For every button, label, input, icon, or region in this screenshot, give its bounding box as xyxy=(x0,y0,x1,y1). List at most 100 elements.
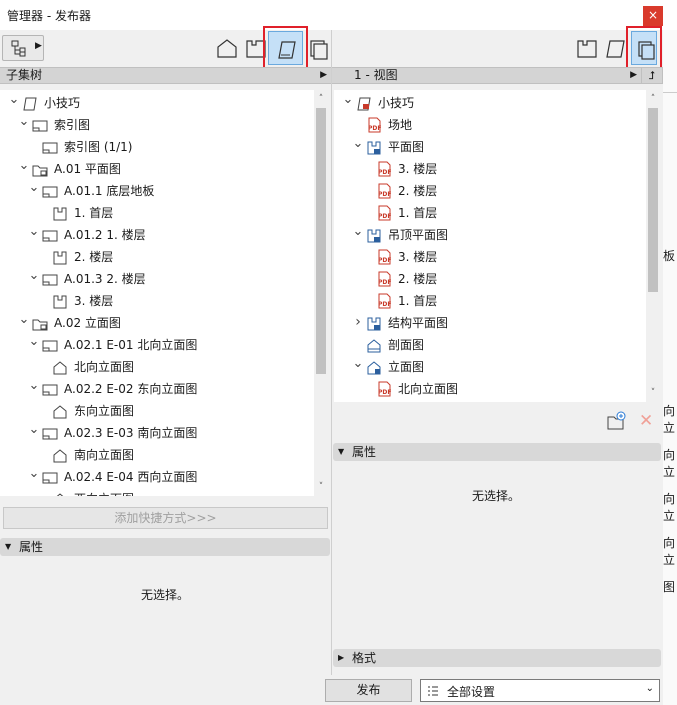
publisher-set-selector[interactable]: 1 - 视图 xyxy=(354,68,398,83)
expand-arrow-icon[interactable]: ⌄ xyxy=(352,224,364,240)
close-button[interactable]: × xyxy=(643,6,663,26)
settings-select[interactable]: 全部设置 ⌄ xyxy=(420,679,660,702)
no-selection-text: 无选择。 xyxy=(141,588,190,602)
tree-item[interactable]: ⌄ 平面图 xyxy=(334,136,646,158)
right-properties-header[interactable]: ▼ 属性 xyxy=(333,443,661,461)
tree-item[interactable]: ⌄ A.02.3 E-03 南向立面图 xyxy=(0,422,314,444)
chevron-right-icon: ▶ xyxy=(35,41,42,51)
expand-arrow-icon[interactable]: ⌄ xyxy=(18,114,30,130)
left-tree-scrollbar[interactable]: ˄ ˅ xyxy=(314,90,328,496)
scroll-up-arrow[interactable]: ˄ xyxy=(646,92,660,106)
elevation-icon xyxy=(52,492,68,496)
expand-arrow-icon[interactable]: ⌄ xyxy=(352,356,364,372)
publish-button[interactable]: 发布 xyxy=(325,679,412,702)
pdf-folder-icon xyxy=(366,316,382,331)
elevation-icon xyxy=(52,360,68,375)
left-properties-header[interactable]: ▼ 属性 xyxy=(0,538,330,556)
tree-item[interactable]: ⌄ A.02.4 E-04 西向立面图 xyxy=(0,466,314,488)
tree-item[interactable]: ⌄ A.01 平面图 xyxy=(0,158,314,180)
project-map-icon[interactable] xyxy=(214,36,240,62)
tree-item[interactable]: ⌄ 吊顶平面图 xyxy=(334,224,646,246)
layout-book-button[interactable] xyxy=(268,31,303,65)
tree-item[interactable]: ⌄ 小技巧 xyxy=(334,92,646,114)
tree-item[interactable]: 北向立面图 xyxy=(0,356,314,378)
title-bar: 管理器 - 发布器 × xyxy=(0,0,677,30)
left-toolbar: ▶ xyxy=(0,26,332,70)
tree-item[interactable]: 东向立面图 xyxy=(0,400,314,422)
right-tree-scrollbar[interactable]: ˄ ˅ xyxy=(646,90,660,402)
view-map-icon[interactable] xyxy=(574,36,600,62)
expand-arrow-icon[interactable]: ⌄ xyxy=(28,422,40,438)
publisher-sets-button[interactable] xyxy=(631,31,657,65)
pdf-icon: PDF xyxy=(376,205,392,221)
expand-arrow-icon[interactable]: ⌄ xyxy=(28,180,40,196)
scroll-up-arrow[interactable]: ˄ xyxy=(314,92,328,106)
tree-item[interactable]: 1. 首层 xyxy=(0,202,314,224)
tree-item[interactable]: PDF 场地 xyxy=(334,114,646,136)
pdf-icon: PDF xyxy=(376,381,392,397)
subset-folder-icon xyxy=(32,316,48,331)
layout-icon xyxy=(42,382,58,396)
tree-item[interactable]: PDF 3. 楼层 xyxy=(334,158,646,180)
collapsed-arrow-icon[interactable]: › xyxy=(352,312,364,333)
tree-item[interactable]: 2. 楼层 xyxy=(0,246,314,268)
tree-item[interactable]: PDF 3. 楼层 xyxy=(334,246,646,268)
expand-arrow-icon[interactable]: ⌄ xyxy=(28,334,40,350)
chevron-right-icon[interactable]: ▶ xyxy=(630,68,637,83)
tree-item[interactable]: PDF 北向立面图 xyxy=(334,378,646,400)
scroll-down-arrow[interactable]: ˅ xyxy=(314,480,328,494)
subset-tree: ⌄ 小技巧 ⌄ 索引图 索引图 (1/1) ⌄ A.01 平面图 ⌄ A.01.1 底层地板 1.… xyxy=(0,90,314,496)
chevron-right-icon[interactable]: ▶ xyxy=(320,68,327,83)
tree-item[interactable]: ⌄ 立面图 xyxy=(334,356,646,378)
tree-item[interactable]: 南向立面图 xyxy=(0,444,314,466)
tree-item[interactable]: 3. 楼层 xyxy=(0,290,314,312)
expand-arrow-icon[interactable]: ⌄ xyxy=(342,92,354,108)
tree-structure-icon xyxy=(10,40,28,61)
tree-item[interactable]: ⌄ A.01.3 2. 楼层 xyxy=(0,268,314,290)
tree-item-label: A.01.2 1. 楼层 xyxy=(64,228,146,242)
view-mode-dropdown[interactable]: ▶ xyxy=(2,35,44,61)
tree-item[interactable]: ⌄ A.01.1 底层地板 xyxy=(0,180,314,202)
tree-item[interactable]: ⌄ 索引图 xyxy=(0,114,314,136)
delete-icon[interactable]: ✕ xyxy=(639,413,653,430)
tree-item-label: A.02.1 E-01 北向立面图 xyxy=(64,338,198,352)
expand-arrow-icon[interactable]: ⌄ xyxy=(352,136,364,152)
scroll-down-arrow[interactable]: ˅ xyxy=(646,386,660,400)
tree-item[interactable]: PDF 1. 首层 xyxy=(334,290,646,312)
background-text: 图 xyxy=(663,580,676,594)
tree-item[interactable]: ⌄ A.02.1 E-01 北向立面图 xyxy=(0,334,314,356)
add-shortcut-button[interactable]: 添加快捷方式>>> xyxy=(3,507,328,529)
selected-tool-highlight xyxy=(626,26,662,70)
properties-label: 属性 xyxy=(19,540,44,554)
tree-item[interactable]: ⌄ A.02.2 E-02 东向立面图 xyxy=(0,378,314,400)
tree-item[interactable]: 西向立面图 xyxy=(0,488,314,496)
format-header[interactable]: ▶ 格式 xyxy=(333,649,661,667)
expand-arrow-icon[interactable]: ⌄ xyxy=(28,466,40,482)
expand-arrow-icon[interactable]: ⌄ xyxy=(28,224,40,240)
publisher-set-icon xyxy=(356,96,372,111)
tree-item[interactable]: 索引图 (1/1) xyxy=(0,136,314,158)
svg-text:PDF: PDF xyxy=(368,125,381,132)
expand-arrow-icon[interactable]: ⌄ xyxy=(28,378,40,394)
new-folder-icon[interactable] xyxy=(606,411,626,431)
expand-arrow-icon[interactable]: ⌄ xyxy=(8,92,20,108)
scroll-thumb[interactable] xyxy=(316,108,326,374)
tree-item-label: 索引图 xyxy=(54,118,91,132)
publisher-sets-icon[interactable] xyxy=(306,36,332,62)
tree-item[interactable]: PDF 2. 楼层 xyxy=(334,180,646,202)
expand-arrow-icon[interactable]: ⌄ xyxy=(18,312,30,328)
floorplan-icon xyxy=(52,250,68,265)
tree-item[interactable]: ⌄ A.02 立面图 xyxy=(0,312,314,334)
pdf-icon: PDF xyxy=(376,183,392,199)
expand-arrow-icon[interactable]: ⌄ xyxy=(18,158,30,174)
tree-item[interactable]: PDF 2. 楼层 xyxy=(334,268,646,290)
tree-item[interactable]: ⌄ 小技巧 xyxy=(0,92,314,114)
up-level-button[interactable]: ⮥ xyxy=(641,67,663,84)
expand-arrow-icon[interactable]: ⌄ xyxy=(28,268,40,284)
tree-item[interactable]: PDF 1. 首层 xyxy=(334,202,646,224)
format-label: 格式 xyxy=(352,651,377,665)
scroll-thumb[interactable] xyxy=(648,108,658,292)
tree-item[interactable]: ⌄ A.01.2 1. 楼层 xyxy=(0,224,314,246)
tree-item[interactable]: 剖面图 xyxy=(334,334,646,356)
tree-item[interactable]: › 结构平面图 xyxy=(334,312,646,334)
